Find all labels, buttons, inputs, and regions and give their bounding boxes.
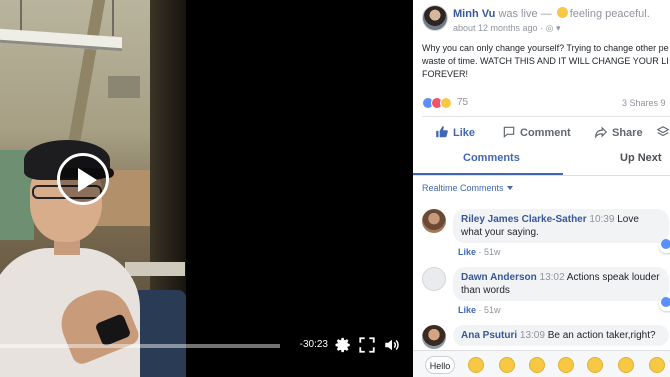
post-panel: Minh Vu was live — feeling peaceful. abo… — [413, 0, 670, 377]
comment-author[interactable]: Dawn Anderson — [461, 272, 537, 283]
comment-author[interactable]: Ana Psuturi — [461, 330, 517, 341]
comment-like-button[interactable]: Like — [458, 305, 476, 315]
comment-age[interactable]: 51w — [484, 247, 501, 257]
heart-eyes-emoji-icon[interactable] — [499, 357, 515, 373]
comment-like-count[interactable]: 1 — [659, 297, 670, 311]
hello-quick-reply[interactable]: Hello — [425, 356, 455, 374]
comment-like-count[interactable]: 1 — [659, 239, 670, 253]
avatar[interactable] — [422, 267, 446, 291]
fullscreen-icon[interactable] — [358, 336, 376, 354]
tab-comments[interactable]: Comments — [463, 152, 520, 164]
comment-time[interactable]: 13:09 — [520, 330, 545, 341]
grinning-emoji-icon[interactable] — [468, 357, 484, 373]
comment-bubble: Ana Psuturi 13:09 Be an action taker,rig… — [453, 325, 669, 346]
video-player[interactable]: -30:23 — [0, 0, 413, 377]
avatar[interactable] — [422, 325, 446, 349]
play-icon — [78, 168, 97, 192]
post-text: Why you can only change yourself? Trying… — [422, 43, 669, 79]
avatar[interactable] — [422, 5, 448, 31]
avatar[interactable] — [422, 209, 446, 233]
panel-tabs: Comments Up Next — [413, 146, 670, 176]
laughing-emoji-icon[interactable] — [587, 357, 603, 373]
haha-reaction-icon — [440, 97, 452, 109]
video-progress-bar[interactable] — [0, 344, 280, 348]
thumbs-up-emoji-icon[interactable] — [558, 357, 574, 373]
time-remaining: -30:23 — [299, 339, 328, 350]
comment-sort-dropdown[interactable]: Realtime Comments — [422, 183, 513, 193]
comment-age[interactable]: 51w — [484, 305, 501, 315]
divider — [422, 116, 670, 117]
volume-icon[interactable] — [383, 336, 401, 354]
comment-author[interactable]: Riley James Clarke-Sather — [461, 214, 587, 225]
comment-bubble: Riley James Clarke-Sather 10:39 Love wha… — [453, 209, 669, 243]
share-icon — [595, 126, 608, 139]
comment-text: Be an action taker,right? — [547, 330, 656, 341]
peaceful-emoji-icon — [556, 7, 568, 18]
like-button[interactable]: Like — [435, 125, 475, 147]
post-header: Minh Vu was live — feeling peaceful. abo… — [422, 5, 670, 35]
ceiling-lamp — [0, 28, 122, 52]
reaction-count: 75 — [457, 97, 469, 108]
active-tab-indicator — [413, 173, 563, 175]
laughing-emoji-icon[interactable] — [618, 357, 634, 373]
comment-time[interactable]: 13:02 — [540, 272, 565, 283]
post-timestamp[interactable]: about 12 months ago — [453, 23, 538, 33]
layers-icon[interactable] — [656, 125, 670, 147]
feeling-text: feeling peaceful. — [569, 8, 650, 20]
heart-eyes-emoji-icon[interactable] — [649, 357, 665, 373]
post-actions: Like Comment Share — [413, 120, 670, 142]
globe-icon[interactable]: · ◎ ▾ — [540, 23, 560, 33]
thumbs-up-icon — [436, 126, 448, 138]
like-reaction-icon — [661, 239, 670, 249]
comment-bubble: Dawn Anderson 13:02 Actions speak louder… — [453, 267, 669, 301]
settings-icon[interactable] — [334, 336, 352, 354]
like-reaction-icon — [661, 297, 670, 307]
play-button[interactable] — [57, 153, 109, 205]
clapping-emoji-icon[interactable] — [529, 357, 545, 373]
comment-like-button[interactable]: Like — [458, 247, 476, 257]
tab-up-next[interactable]: Up Next — [620, 152, 662, 164]
comment-icon — [503, 126, 515, 138]
comment-button[interactable]: Comment — [502, 125, 571, 147]
author-name[interactable]: Minh Vu — [453, 8, 495, 20]
share-button[interactable]: Share — [594, 125, 643, 147]
shares-count[interactable]: 3 Shares 9 — [622, 98, 666, 108]
comment-time[interactable]: 10:39 — [589, 214, 614, 225]
quick-reply-bar: Hello — [413, 350, 670, 377]
caret-down-icon — [506, 186, 513, 190]
status-text: was live — — [498, 8, 552, 20]
